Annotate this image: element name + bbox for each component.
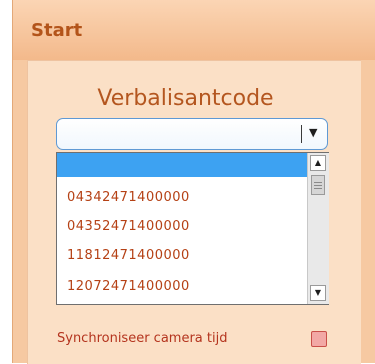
option-04342471400000[interactable]: 04342471400000: [57, 186, 307, 210]
sync-camera-checkbox[interactable]: [311, 331, 327, 347]
scrollbar-thumb[interactable]: [311, 175, 325, 195]
verbalisantcode-combobox[interactable]: ▼: [56, 118, 328, 150]
option-empty[interactable]: [57, 153, 307, 177]
option-12072471400000[interactable]: 12072471400000: [57, 275, 307, 299]
sync-camera-label: Synchroniseer camera tijd: [57, 331, 228, 346]
grip-line: [314, 188, 322, 189]
panel-header: Start: [13, 0, 375, 60]
option-11812471400000[interactable]: 11812471400000: [57, 244, 307, 268]
verbalisantcode-dropdown-list: 04342471400000 04352471400000 1181247140…: [56, 152, 329, 305]
verbalisantcode-label: Verbalisantcode: [97, 86, 274, 111]
chevron-down-icon[interactable]: ▼: [309, 126, 317, 139]
scroll-down-arrow-icon[interactable]: ▼: [310, 285, 326, 301]
combobox-divider: [301, 125, 302, 143]
panel-title: Start: [31, 20, 83, 41]
scroll-up-arrow-icon[interactable]: ▲: [310, 155, 326, 171]
grip-line: [314, 185, 322, 186]
dropdown-scrollbar[interactable]: ▲ ▼: [307, 153, 329, 304]
grip-line: [314, 182, 322, 183]
option-04352471400000[interactable]: 04352471400000: [57, 215, 307, 239]
